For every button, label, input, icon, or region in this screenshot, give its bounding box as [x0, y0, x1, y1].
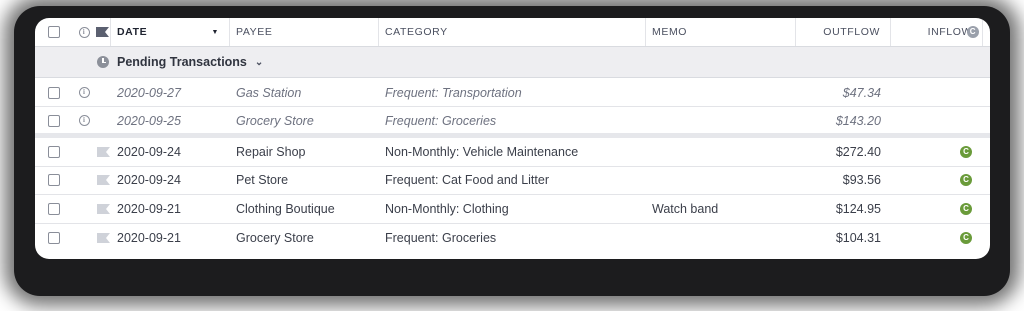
- header-info-cell: i: [73, 18, 95, 46]
- row-checkbox[interactable]: [48, 174, 60, 187]
- row-select-cell: [35, 138, 73, 166]
- column-header-date[interactable]: DATE ▼: [111, 18, 230, 46]
- row-date[interactable]: 2020-09-24: [117, 167, 230, 195]
- header-cleared-wrap: C: [961, 18, 985, 46]
- transactions-register: i DATE ▼ PAYEE CATEGORY MEMO OUTFLOW INF…: [35, 18, 990, 259]
- row-date[interactable]: 2020-09-25: [117, 107, 230, 134]
- select-all-cell: [35, 18, 73, 46]
- row-flag-cell: [92, 224, 114, 253]
- row-memo[interactable]: Watch band: [652, 195, 796, 223]
- row-memo[interactable]: [652, 167, 796, 195]
- row-outflow[interactable]: $124.95: [796, 195, 891, 223]
- flag-icon[interactable]: [96, 146, 110, 157]
- table-row[interactable]: 2020-09-21 Grocery Store Frequent: Groce…: [35, 224, 990, 253]
- row-memo[interactable]: [652, 138, 796, 166]
- column-header-payee[interactable]: PAYEE: [230, 18, 379, 46]
- row-checkbox[interactable]: [48, 145, 60, 158]
- pending-row[interactable]: i 2020-09-25 Grocery Store Frequent: Gro…: [35, 107, 990, 135]
- row-outflow[interactable]: $104.31: [796, 224, 891, 253]
- row-select-cell: [35, 167, 73, 195]
- flag-icon[interactable]: [96, 203, 110, 214]
- row-flag-cell: [92, 138, 114, 166]
- info-icon[interactable]: i: [78, 87, 90, 98]
- category-header-label: CATEGORY: [385, 26, 448, 38]
- table-row[interactable]: 2020-09-21 Clothing Boutique Non-Monthly…: [35, 195, 990, 224]
- row-memo[interactable]: [652, 79, 796, 106]
- cleared-icon[interactable]: C: [960, 202, 972, 215]
- sort-desc-icon: ▼: [211, 28, 219, 36]
- row-category[interactable]: Non-Monthly: Vehicle Maintenance: [385, 138, 646, 166]
- row-category[interactable]: Frequent: Groceries: [385, 224, 646, 253]
- row-date[interactable]: 2020-09-27: [117, 79, 230, 106]
- cleared-icon[interactable]: C: [960, 231, 972, 244]
- column-header-memo[interactable]: MEMO: [646, 18, 796, 46]
- row-info-cell: i: [73, 107, 95, 134]
- cleared-icon[interactable]: C: [960, 145, 972, 158]
- pending-clock-cell: [92, 47, 114, 77]
- row-cleared-cell: C: [954, 224, 978, 253]
- row-date[interactable]: 2020-09-21: [117, 224, 230, 253]
- row-payee[interactable]: Gas Station: [236, 79, 379, 106]
- row-checkbox[interactable]: [48, 202, 60, 215]
- column-header-category[interactable]: CATEGORY: [379, 18, 646, 46]
- row-flag-cell: [92, 167, 114, 195]
- info-icon: i: [78, 26, 90, 38]
- row-outflow[interactable]: $93.56: [796, 167, 891, 195]
- flag-icon[interactable]: [96, 27, 109, 37]
- row-category[interactable]: Non-Monthly: Clothing: [385, 195, 646, 223]
- row-memo[interactable]: [652, 224, 796, 253]
- row-select-cell: [35, 195, 73, 223]
- info-icon[interactable]: i: [78, 115, 90, 126]
- clock-icon: [97, 56, 109, 68]
- row-select-cell: [35, 224, 73, 253]
- row-date[interactable]: 2020-09-24: [117, 138, 230, 166]
- pending-label-cell: Pending Transactions ⌄: [117, 47, 417, 77]
- row-cleared-cell: C: [954, 167, 978, 195]
- row-cleared-cell: C: [954, 195, 978, 223]
- memo-header-label: MEMO: [652, 26, 688, 38]
- row-inflow[interactable]: [891, 79, 983, 106]
- select-all-checkbox[interactable]: [48, 26, 60, 38]
- pending-group-label: Pending Transactions: [117, 55, 247, 69]
- row-inflow[interactable]: [891, 107, 983, 134]
- row-outflow[interactable]: $143.20: [796, 107, 891, 134]
- table-row[interactable]: 2020-09-24 Repair Shop Non-Monthly: Vehi…: [35, 138, 990, 167]
- column-header-outflow[interactable]: OUTFLOW: [796, 18, 891, 46]
- row-checkbox[interactable]: [48, 231, 60, 244]
- row-outflow[interactable]: $47.34: [796, 79, 891, 106]
- row-category[interactable]: Frequent: Cat Food and Litter: [385, 167, 646, 195]
- cleared-icon[interactable]: C: [960, 174, 972, 187]
- payee-header-label: PAYEE: [236, 26, 273, 38]
- row-payee[interactable]: Clothing Boutique: [236, 195, 379, 223]
- flag-icon[interactable]: [96, 175, 110, 186]
- table-header: i DATE ▼ PAYEE CATEGORY MEMO OUTFLOW INF…: [35, 18, 990, 47]
- row-memo[interactable]: [652, 107, 796, 134]
- pending-group-header[interactable]: Pending Transactions ⌄: [35, 47, 990, 78]
- row-payee[interactable]: Grocery Store: [236, 107, 379, 134]
- row-cleared-cell: C: [954, 138, 978, 166]
- cleared-column-icon[interactable]: C: [967, 26, 979, 38]
- row-category[interactable]: Frequent: Transportation: [385, 79, 646, 106]
- row-checkbox[interactable]: [48, 86, 60, 99]
- row-select-cell: [35, 79, 73, 106]
- chevron-down-icon[interactable]: ⌄: [255, 57, 263, 68]
- date-header-label: DATE: [117, 26, 148, 38]
- row-outflow[interactable]: $272.40: [796, 138, 891, 166]
- flag-icon[interactable]: [96, 232, 110, 243]
- row-category[interactable]: Frequent: Groceries: [385, 107, 646, 134]
- row-payee[interactable]: Pet Store: [236, 167, 379, 195]
- row-info-cell: i: [73, 79, 95, 106]
- row-payee[interactable]: Repair Shop: [236, 138, 379, 166]
- pending-row[interactable]: i 2020-09-27 Gas Station Frequent: Trans…: [35, 79, 990, 107]
- table-row[interactable]: 2020-09-24 Pet Store Frequent: Cat Food …: [35, 167, 990, 195]
- row-flag-cell: [92, 195, 114, 223]
- row-checkbox[interactable]: [48, 114, 60, 127]
- row-select-cell: [35, 107, 73, 134]
- row-date[interactable]: 2020-09-21: [117, 195, 230, 223]
- outflow-header-label: OUTFLOW: [823, 26, 880, 38]
- header-flag-cell: [95, 18, 111, 46]
- row-payee[interactable]: Grocery Store: [236, 224, 379, 253]
